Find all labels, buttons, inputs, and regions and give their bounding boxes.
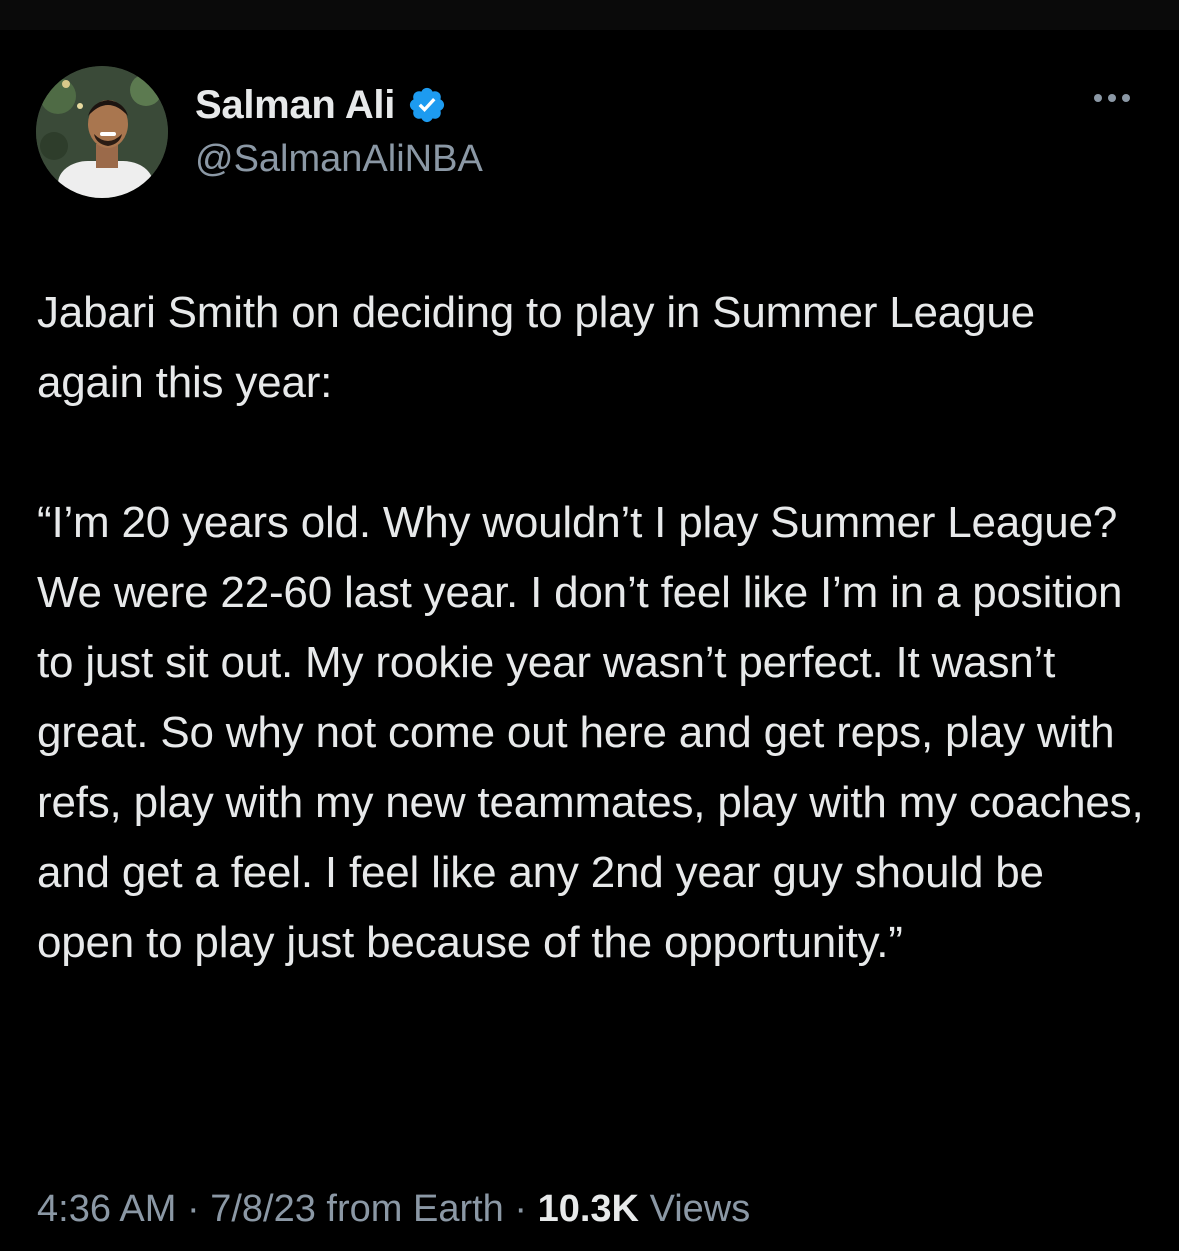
- verified-badge-icon: [407, 85, 447, 125]
- more-dot: [1122, 94, 1130, 102]
- tweet-text: Jabari Smith on deciding to play in Summ…: [37, 288, 1144, 967]
- more-dot: [1108, 94, 1116, 102]
- author-handle[interactable]: @SalmanAliNBA: [195, 138, 483, 181]
- more-options-icon[interactable]: [1094, 94, 1130, 102]
- more-dot: [1094, 94, 1102, 102]
- meta-separator: ·: [514, 1188, 528, 1230]
- author-name-row[interactable]: Salman Ali: [195, 82, 447, 128]
- author-display-name[interactable]: Salman Ali: [195, 83, 395, 128]
- views-label: Views: [649, 1188, 751, 1230]
- top-status-strip: [0, 0, 1179, 30]
- tweet-meta: 4:36 AM · 7/8/23 from Earth · 10.3K View…: [37, 1188, 750, 1231]
- tweet-time[interactable]: 4:36 AM: [37, 1188, 176, 1230]
- meta-separator: ·: [186, 1188, 200, 1230]
- profile-avatar[interactable]: [36, 66, 168, 198]
- tweet-source: from Earth: [326, 1188, 504, 1230]
- views-count[interactable]: 10.3K: [538, 1188, 639, 1230]
- tweet-card: Salman Ali @SalmanAliNBA Jabari Smith on…: [0, 30, 1179, 1251]
- tweet-date[interactable]: 7/8/23: [210, 1188, 316, 1230]
